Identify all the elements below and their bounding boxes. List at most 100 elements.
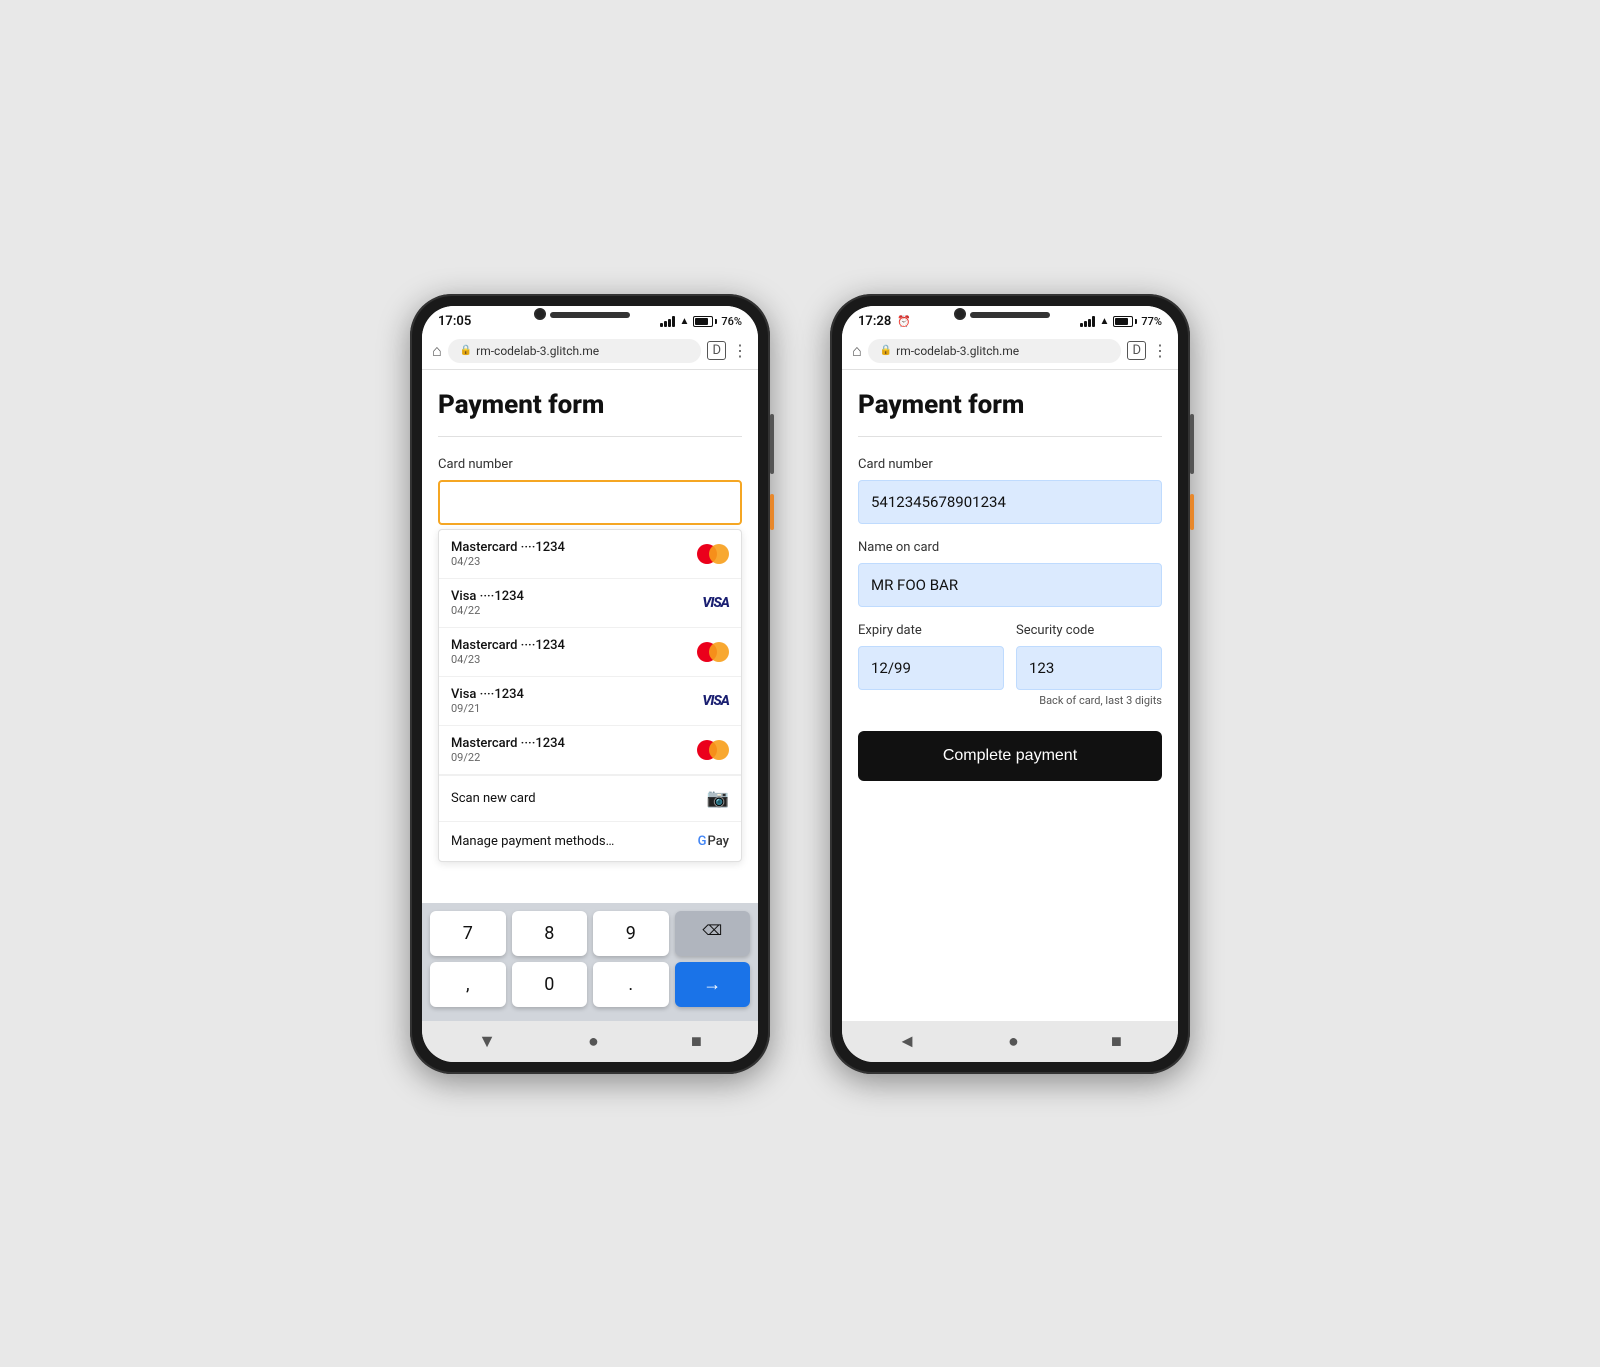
url-text-left: rm-codelab-3.glitch.me	[476, 344, 599, 358]
browser-icons-left: D ⋮	[707, 341, 748, 360]
mastercard-icon-2	[697, 642, 729, 662]
page-title-right: Payment form	[858, 390, 1162, 420]
network-icon-right: ▲	[1099, 316, 1109, 327]
network-icon-left: ▲	[679, 316, 689, 327]
volume-button-right	[1190, 414, 1194, 474]
keyboard-row-2: , 0 . →	[430, 962, 750, 1007]
status-bar-right: 17:28 ⏰ ▲	[842, 306, 1178, 333]
battery-percent-left: 76%	[721, 315, 742, 328]
lock-icon-right: 🔒	[880, 345, 892, 356]
left-phone: 17:05 ▲ 76%	[410, 294, 770, 1074]
tab-switcher-icon-left[interactable]: D	[707, 341, 726, 360]
nav-back-left[interactable]: ▼	[478, 1031, 496, 1052]
name-on-card-value[interactable]: MR FOO BAR	[858, 563, 1162, 607]
expiry-date-value[interactable]: 12/99	[858, 646, 1004, 690]
divider-right	[858, 436, 1162, 437]
url-bar-right[interactable]: 🔒 rm-codelab-3.glitch.me	[868, 339, 1122, 363]
battery-percent-right: 77%	[1141, 315, 1162, 328]
nav-home-right[interactable]: ●	[1008, 1031, 1019, 1052]
saved-card-4[interactable]: Visa ····1234 09/21 VISA	[439, 677, 741, 726]
security-col: Security code 123 Back of card, last 3 d…	[1016, 623, 1162, 707]
saved-card-3[interactable]: Mastercard ····1234 04/23	[439, 628, 741, 677]
nav-back-right[interactable]: ◄	[898, 1031, 916, 1052]
left-screen: 17:05 ▲ 76%	[422, 306, 758, 1062]
page-content-left: Payment form Card number Mastercard ····…	[422, 370, 758, 903]
card-number-input-left[interactable]	[438, 480, 742, 525]
browser-icons-right: D ⋮	[1127, 341, 1168, 360]
right-phone-wrapper: 17:28 ⏰ ▲	[830, 294, 1190, 1074]
signal-icon-right	[1080, 316, 1095, 327]
keyboard-row-1: 7 8 9 ⌫	[430, 911, 750, 956]
card-5-name: Mastercard ····1234	[451, 736, 565, 751]
bottom-nav-left: ▼ ● ■	[422, 1021, 758, 1062]
card-1-expiry: 04/23	[451, 555, 565, 568]
card-2-expiry: 04/22	[451, 604, 524, 617]
divider-left	[438, 436, 742, 437]
expiry-col: Expiry date 12/99	[858, 623, 1004, 707]
card-number-value[interactable]: 5412345678901234	[858, 480, 1162, 524]
saved-card-1[interactable]: Mastercard ····1234 04/23	[439, 530, 741, 579]
camera-icon: 📷	[707, 788, 729, 809]
home-icon-left[interactable]: ⌂	[432, 341, 442, 361]
right-phone: 17:28 ⏰ ▲	[830, 294, 1190, 1074]
card-3-expiry: 04/23	[451, 653, 565, 666]
key-next[interactable]: →	[675, 962, 751, 1007]
key-delete[interactable]: ⌫	[675, 911, 751, 956]
nav-recents-left[interactable]: ■	[691, 1031, 702, 1052]
status-icons-left: ▲ 76%	[660, 315, 742, 328]
security-code-value[interactable]: 123	[1016, 646, 1162, 690]
card-2-name: Visa ····1234	[451, 589, 524, 604]
key-8[interactable]: 8	[512, 911, 588, 956]
card-3-name: Mastercard ····1234	[451, 638, 565, 653]
complete-payment-button[interactable]: Complete payment	[858, 731, 1162, 781]
key-0[interactable]: 0	[512, 962, 588, 1007]
battery-icon-left	[693, 316, 717, 327]
browser-bar-left: ⌂ 🔒 rm-codelab-3.glitch.me D ⋮	[422, 333, 758, 370]
key-period[interactable]: .	[593, 962, 669, 1007]
mastercard-icon-1	[697, 544, 729, 564]
power-button-left	[770, 494, 774, 530]
card-4-name: Visa ····1234	[451, 687, 524, 702]
key-comma[interactable]: ,	[430, 962, 506, 1007]
bottom-nav-right: ◄ ● ■	[842, 1021, 1178, 1062]
tab-switcher-icon-right[interactable]: D	[1127, 341, 1146, 360]
more-menu-icon-left[interactable]: ⋮	[732, 341, 748, 360]
scan-new-card-label: Scan new card	[451, 791, 536, 806]
status-icons-right: ▲ 77%	[1080, 315, 1162, 328]
lock-icon-left: 🔒	[460, 345, 472, 356]
key-9[interactable]: 9	[593, 911, 669, 956]
scan-new-card-item[interactable]: Scan new card 📷	[439, 775, 741, 821]
manage-payment-label: Manage payment methods…	[451, 834, 614, 849]
battery-icon-right	[1113, 316, 1137, 327]
card-4-expiry: 09/21	[451, 702, 524, 715]
manage-payment-methods-item[interactable]: Manage payment methods… G Pay	[439, 821, 741, 861]
key-7[interactable]: 7	[430, 911, 506, 956]
expiry-security-row: Expiry date 12/99 Security code 123 Back…	[858, 623, 1162, 707]
autocomplete-dropdown-left: Mastercard ····1234 04/23 Visa ····	[438, 529, 742, 862]
url-text-right: rm-codelab-3.glitch.me	[896, 344, 1019, 358]
alarm-icon-right: ⏰	[897, 315, 911, 328]
name-on-card-label: Name on card	[858, 540, 1162, 555]
more-menu-icon-right[interactable]: ⋮	[1152, 341, 1168, 360]
page-content-right: Payment form Card number 541234567890123…	[842, 370, 1178, 1021]
signal-icon-left	[660, 316, 675, 327]
browser-bar-right: ⌂ 🔒 rm-codelab-3.glitch.me D ⋮	[842, 333, 1178, 370]
card-number-label-left: Card number	[438, 457, 742, 472]
url-bar-left[interactable]: 🔒 rm-codelab-3.glitch.me	[448, 339, 702, 363]
page-title-left: Payment form	[438, 390, 742, 420]
front-camera-left	[534, 308, 546, 320]
visa-icon-2: VISA	[702, 693, 729, 709]
home-icon-right[interactable]: ⌂	[852, 341, 862, 361]
security-code-label: Security code	[1016, 623, 1162, 638]
card-5-expiry: 09/22	[451, 751, 565, 764]
content-area-right: Payment form Card number 541234567890123…	[842, 370, 1178, 1021]
visa-icon-1: VISA	[702, 595, 729, 611]
card-number-label-right: Card number	[858, 457, 1162, 472]
saved-card-2[interactable]: Visa ····1234 04/22 VISA	[439, 579, 741, 628]
card-1-name: Mastercard ····1234	[451, 540, 565, 555]
left-phone-wrapper: 17:05 ▲ 76%	[410, 294, 770, 1074]
time-left: 17:05	[438, 314, 471, 329]
saved-card-5[interactable]: Mastercard ····1234 09/22	[439, 726, 741, 775]
nav-recents-right[interactable]: ■	[1111, 1031, 1122, 1052]
nav-home-left[interactable]: ●	[588, 1031, 599, 1052]
